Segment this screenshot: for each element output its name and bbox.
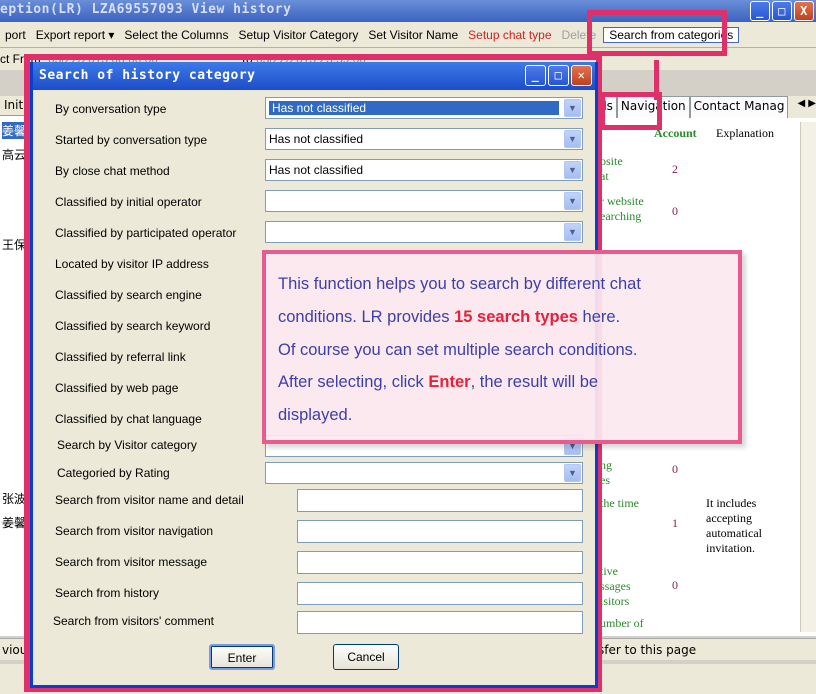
table-row-count: 0 (672, 578, 678, 592)
callout-line: Of course you can set multiple search co… (278, 340, 638, 359)
dialog-maximize-button[interactable]: □ (548, 65, 569, 86)
list-item[interactable]: 高云 (2, 146, 26, 163)
label-visitor-navigation: Search from visitor navigation (55, 524, 214, 538)
vertical-scrollbar[interactable] (800, 122, 816, 632)
menu-item-export-report[interactable]: Export report ▾ (31, 28, 120, 42)
table-row-count: 0 (672, 204, 678, 218)
list-item[interactable]: 张波 (2, 490, 26, 507)
list-item[interactable]: 姜馨 (2, 514, 26, 531)
highlight-frame-menu (587, 10, 727, 56)
table-row-count: 1 (672, 516, 678, 530)
main-window-title: eption(LR) LZA69557093 View history (0, 2, 292, 17)
tab-contact-manager[interactable]: Contact Manag (689, 96, 789, 118)
callout-line: This function helps you to search by dif… (278, 275, 641, 293)
label-by-conversation-type: By conversation type (55, 102, 167, 116)
close-button[interactable]: X (794, 1, 814, 21)
tab-scroll-arrows-icon[interactable]: ◀ ▶ (797, 98, 816, 109)
callout-line: displayed. (278, 406, 353, 425)
table-row-count: 2 (672, 162, 678, 176)
dialog-close-button[interactable]: ✕ (571, 65, 592, 86)
menu-item-setup-visitor-category[interactable]: Setup Visitor Category (233, 28, 363, 42)
label-visitor-ip-address: Located by visitor IP address (55, 257, 209, 271)
chevron-down-icon[interactable]: ▼ (564, 464, 581, 482)
callout-line: After selecting, click Enter, the result… (278, 373, 599, 392)
select-rating[interactable]: ▼ (265, 462, 583, 484)
label-visitor-message: Search from visitor message (55, 555, 208, 569)
input-history[interactable] (297, 582, 583, 605)
dialog-titlebar: Search of history category _ □ ✕ (33, 62, 595, 90)
table-row-label: osite at (600, 154, 623, 183)
label-visitor-category: Search by Visitor category (57, 438, 197, 452)
menu-item-setup-chat-type[interactable]: Setup chat type (463, 28, 556, 42)
column-header-explanation: Explanation (716, 126, 774, 140)
select-close-chat-method[interactable]: Has not classified ▼ (265, 159, 583, 181)
list-item[interactable]: 姜馨 (2, 122, 27, 139)
table-row-label: the time (600, 496, 639, 510)
list-item[interactable]: 王保 (2, 236, 26, 253)
highlight-frame-secondary (600, 92, 662, 130)
table-row-label: r website earching (600, 194, 644, 223)
menu-item-select-columns[interactable]: Select the Columns (119, 28, 233, 42)
label-rating: Categoried by Rating (57, 466, 170, 480)
input-visitor-navigation[interactable] (297, 520, 583, 543)
menu-item-set-visitor-name[interactable]: Set Visitor Name (363, 28, 463, 42)
chevron-down-icon[interactable]: ▼ (564, 99, 581, 117)
input-visitors-comment[interactable] (297, 611, 583, 634)
dialog-title: Search of history category (39, 68, 256, 83)
label-search-keyword: Classified by search keyword (55, 319, 211, 333)
maximize-button[interactable]: □ (772, 1, 792, 21)
chevron-down-icon[interactable]: ▼ (564, 223, 581, 241)
label-visitor-name-detail: Search from visitor name and detail (55, 493, 244, 507)
label-by-close-chat-method: By close chat method (55, 164, 170, 178)
chevron-down-icon[interactable]: ▼ (564, 130, 581, 148)
chevron-down-icon[interactable]: ▼ (564, 192, 581, 210)
status-transfer: sfer to this page (598, 643, 697, 657)
table-row-label: umber of (600, 616, 644, 630)
label-visitors-comment: Search from visitors' comment (53, 614, 214, 628)
select-started-by-conversation-type[interactable]: Has not classified ▼ (265, 128, 583, 150)
label-initial-operator: Classified by initial operator (55, 195, 202, 209)
dialog-minimize-button[interactable]: _ (525, 65, 546, 86)
label-chat-language: Classified by chat language (55, 412, 202, 426)
callout-line: conditions. LR provides 15 search types … (278, 307, 621, 326)
tutorial-callout: This function helps you to search by dif… (262, 250, 742, 444)
label-web-page: Classified by web page (55, 381, 179, 395)
enter-button[interactable]: Enter (209, 644, 275, 670)
table-row-label: tive ssages isitors (600, 564, 631, 608)
label-history: Search from history (55, 586, 160, 600)
select-conversation-type[interactable]: Has not classified ▼ (265, 97, 583, 119)
label-started-by-conversation-type: Started by conversation type (55, 133, 208, 147)
label-search-engine: Classified by search engine (55, 288, 202, 302)
table-row-explanation: It includes accepting automatical invita… (706, 496, 762, 555)
label-participated-operator: Classified by participated operator (55, 226, 237, 240)
select-participated-operator[interactable]: ▼ (265, 221, 583, 243)
input-visitor-message[interactable] (297, 551, 583, 574)
cancel-button[interactable]: Cancel (333, 644, 399, 670)
label-referral-link: Classified by referral link (55, 350, 186, 364)
table-row-count: 0 (672, 462, 678, 476)
menu-item-report[interactable]: port (0, 28, 31, 42)
select-initial-operator[interactable]: ▼ (265, 190, 583, 212)
chevron-down-icon[interactable]: ▼ (564, 161, 581, 179)
input-visitor-name-detail[interactable] (297, 489, 583, 512)
minimize-button[interactable]: _ (750, 1, 770, 21)
